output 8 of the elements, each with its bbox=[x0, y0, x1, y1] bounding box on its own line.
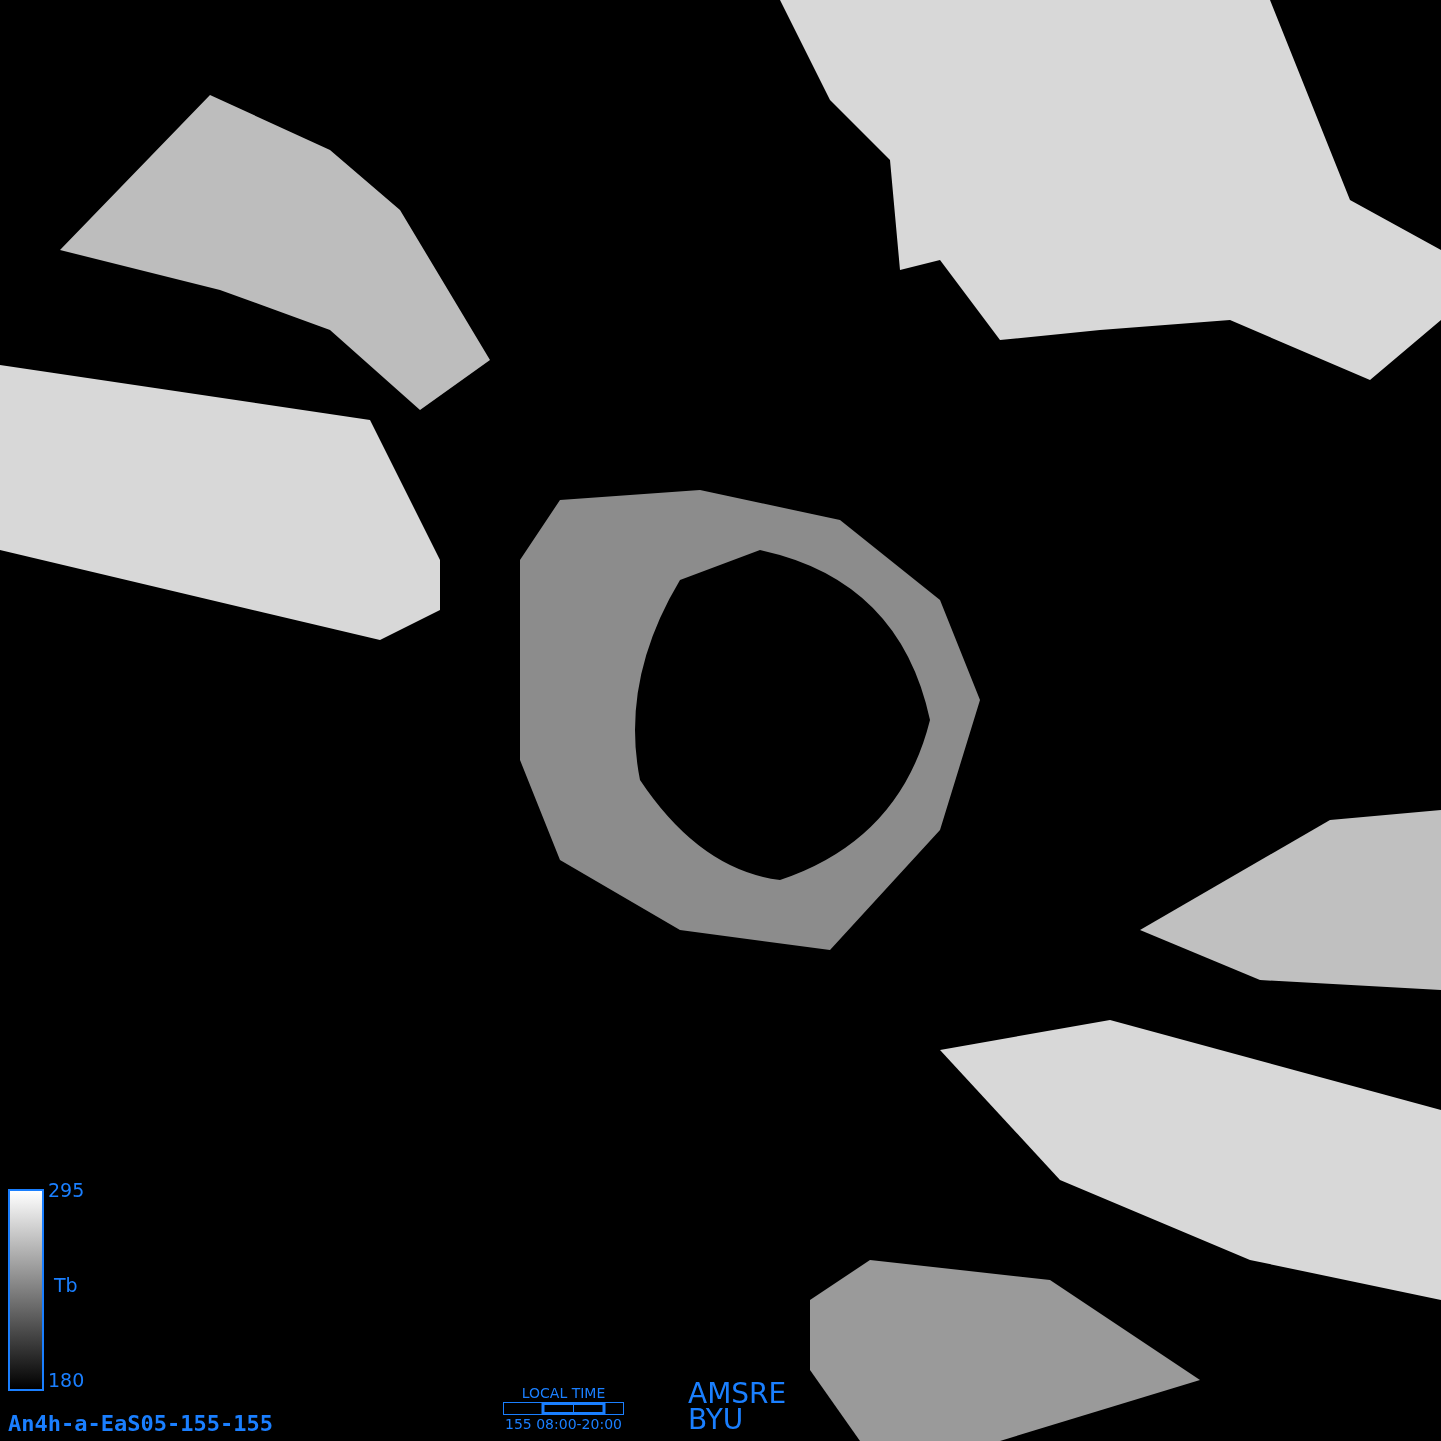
colorbar-max-label: 295 bbox=[48, 1179, 85, 1201]
credit-label: BYU bbox=[688, 1407, 745, 1433]
image-id-label: An4h-a-EaS05-155-155 bbox=[8, 1411, 273, 1436]
colorbar-min-label: 180 bbox=[48, 1369, 85, 1391]
credit-label: AMSRE bbox=[688, 1381, 787, 1407]
colorbar-quantity-label: Tb bbox=[54, 1274, 79, 1296]
local-time-range: 155 08:00-20:00 bbox=[505, 1416, 622, 1432]
local-time-title: LOCAL TIME bbox=[521, 1385, 606, 1401]
